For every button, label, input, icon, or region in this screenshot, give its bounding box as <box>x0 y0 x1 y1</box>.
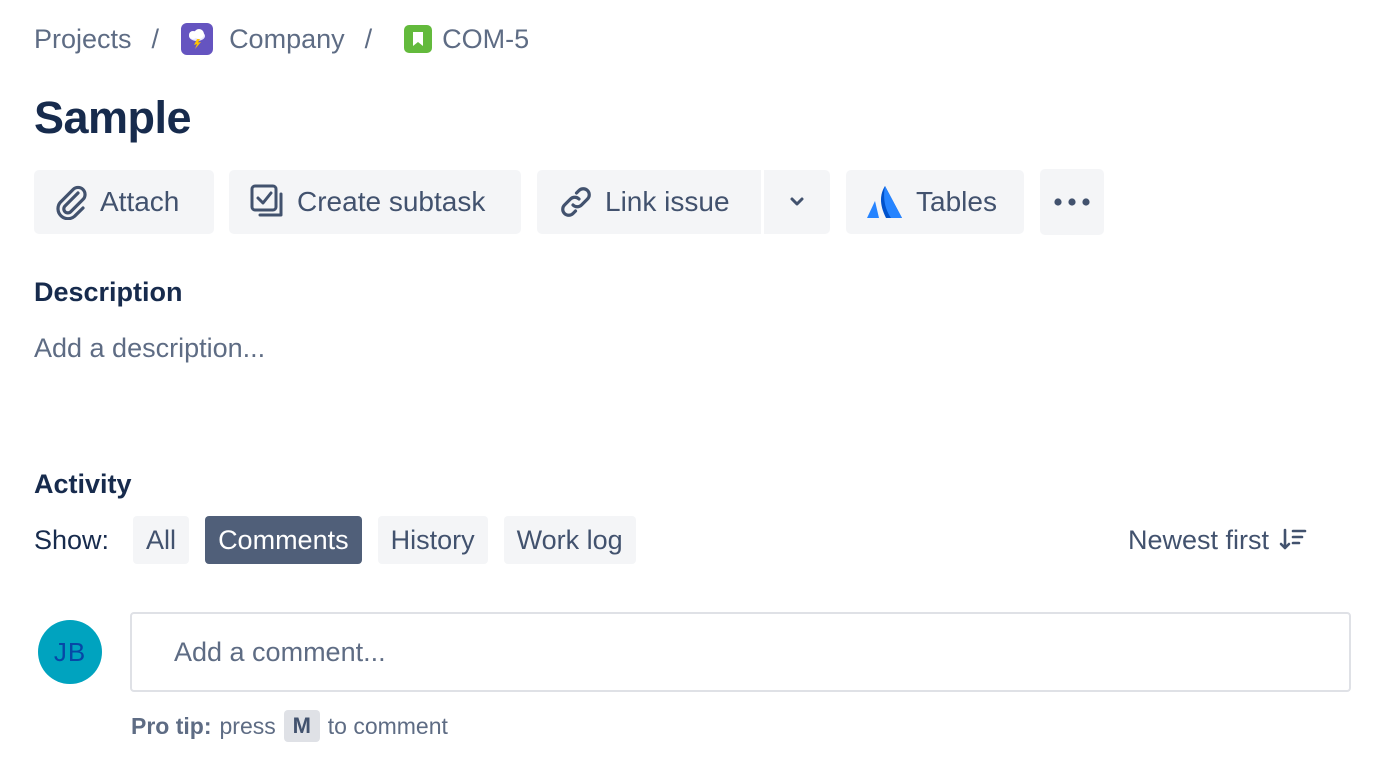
story-bookmark-icon <box>404 25 433 53</box>
pro-tip: Pro tip: press M to comment <box>131 710 448 742</box>
more-horizontal-icon <box>1052 197 1092 207</box>
tables-button[interactable]: Tables <box>846 170 1024 234</box>
attach-label: Attach <box>100 186 180 217</box>
pro-tip-label: Pro tip: <box>131 712 212 739</box>
description-heading: Description <box>34 277 183 307</box>
filter-all-button[interactable]: All <box>133 516 190 564</box>
breadcrumb-project[interactable]: Company <box>181 23 345 55</box>
link-issue-group: Link issue <box>537 170 830 234</box>
breadcrumb-issue-key: COM-5 <box>442 23 530 54</box>
create-subtask-label: Create subtask <box>297 186 486 217</box>
issue-title[interactable]: Sample <box>34 92 192 144</box>
filter-work-log-button[interactable]: Work log <box>503 516 636 564</box>
more-actions-button[interactable] <box>1040 169 1104 235</box>
breadcrumb-separator: / <box>151 23 160 54</box>
comment-input[interactable]: Add a comment... <box>130 612 1351 692</box>
sort-order-button[interactable]: Newest first <box>1128 520 1307 560</box>
create-subtask-button[interactable]: Create subtask <box>229 170 521 234</box>
atlassian-tables-icon <box>866 184 904 220</box>
chevron-down-icon <box>787 195 807 209</box>
breadcrumb-issue[interactable]: COM-5 <box>394 24 529 55</box>
link-issue-label: Link issue <box>605 186 730 217</box>
breadcrumb-project-label: Company <box>229 23 345 54</box>
breadcrumb-projects[interactable]: Projects <box>34 24 132 55</box>
avatar[interactable]: JB <box>38 620 102 684</box>
link-issue-button[interactable]: Link issue <box>537 170 761 234</box>
paperclip-icon <box>54 184 88 220</box>
tables-label: Tables <box>916 186 997 217</box>
link-issue-dropdown-button[interactable] <box>764 170 830 234</box>
description-field[interactable]: Add a description... <box>34 333 265 364</box>
sort-order-label: Newest first <box>1128 524 1270 555</box>
sort-descending-icon <box>1279 527 1307 553</box>
link-icon <box>557 183 595 221</box>
pro-tip-press: press <box>219 712 276 739</box>
activity-filter-bar: Show: All Comments History Work log <box>34 516 652 564</box>
breadcrumb: Projects / Company / COM-5 <box>34 20 529 58</box>
pro-tip-suffix: to comment <box>327 712 448 739</box>
keyboard-shortcut-key: M <box>283 710 320 742</box>
filter-history-button[interactable]: History <box>377 516 488 564</box>
breadcrumb-separator: / <box>364 23 373 54</box>
storm-cloud-icon <box>181 23 214 55</box>
filter-comments-button[interactable]: Comments <box>205 516 362 564</box>
show-label: Show: <box>34 524 110 555</box>
attach-button[interactable]: Attach <box>34 170 214 234</box>
issue-toolbar: Attach Create subtask Link issue Tables <box>34 169 1104 235</box>
subtask-icon <box>249 183 287 221</box>
activity-heading: Activity <box>34 469 132 499</box>
